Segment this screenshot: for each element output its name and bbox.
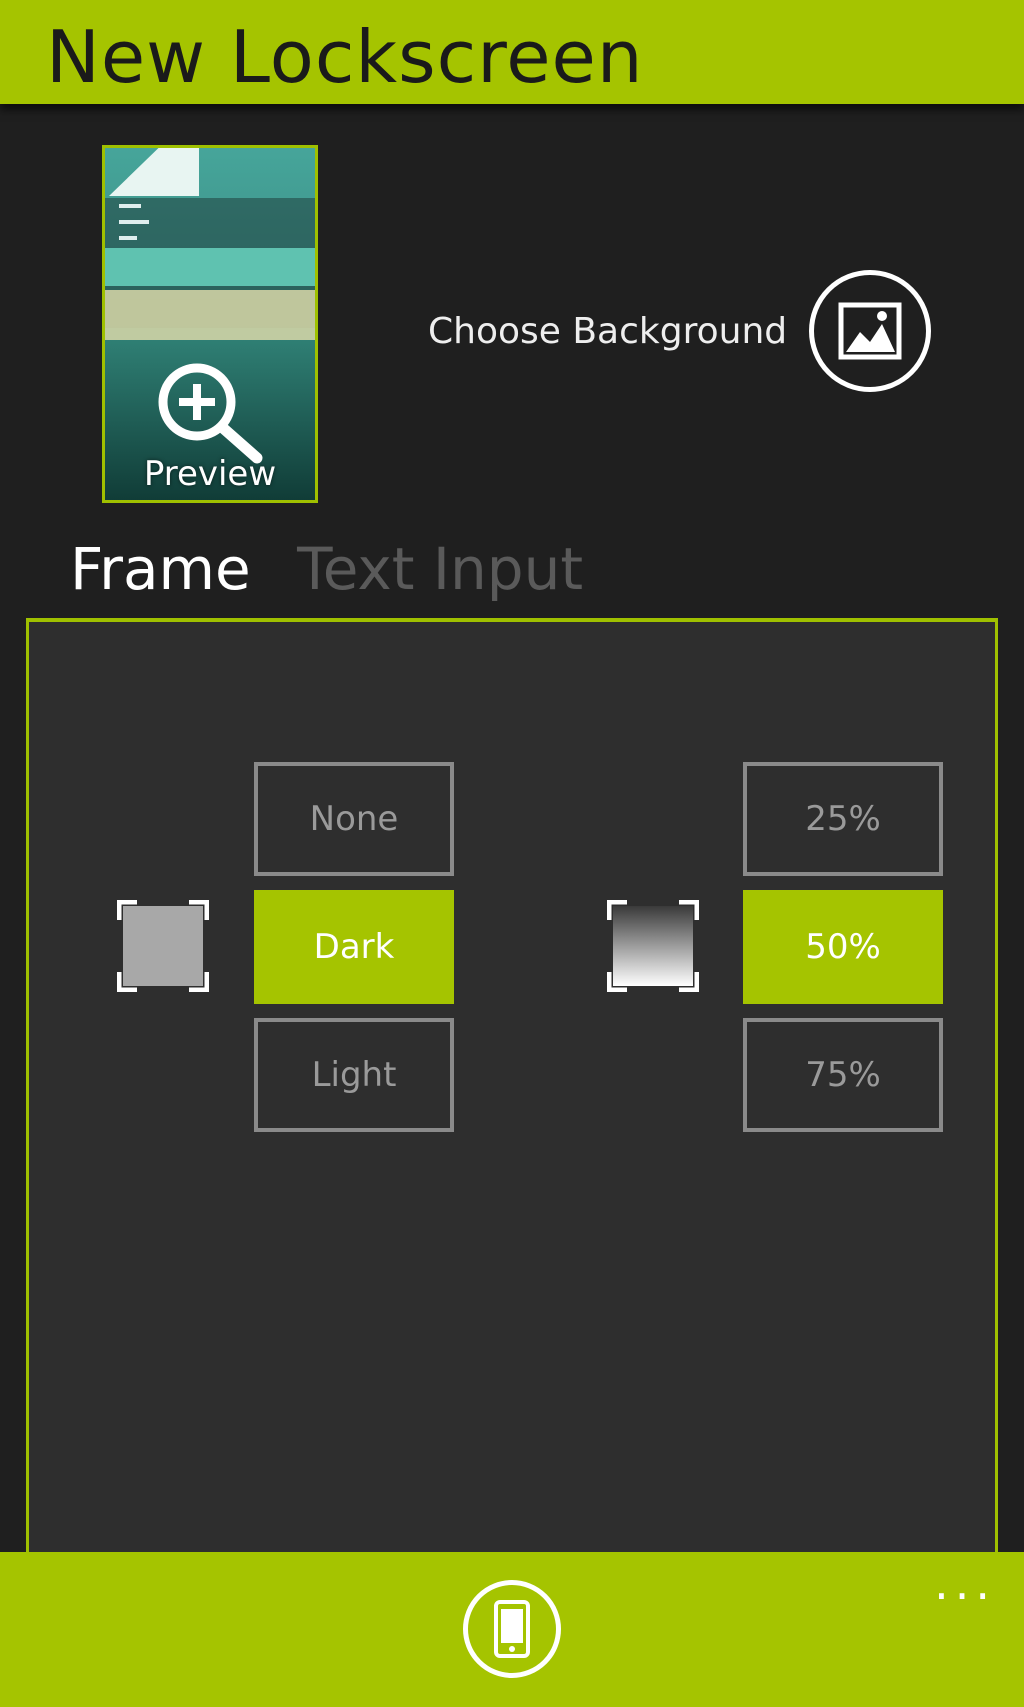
phone-preview-icon	[494, 1600, 530, 1658]
app-bar: ...	[0, 1552, 1024, 1707]
opacity-option-50[interactable]: 50%	[743, 890, 943, 1004]
frame-option-dark[interactable]: Dark	[254, 890, 454, 1004]
more-options-button[interactable]: ...	[934, 1560, 996, 1606]
phone-preview-button[interactable]	[463, 1580, 561, 1678]
preview-text-line	[119, 220, 149, 224]
opacity-option-75[interactable]: 75%	[743, 1018, 943, 1132]
preview-tile-shape	[109, 148, 199, 196]
tab-bar: Frame Text Input	[70, 535, 611, 603]
preview-text-line	[119, 236, 137, 240]
preview-thumbnail[interactable]: Preview	[102, 145, 318, 503]
header: New Lockscreen	[0, 0, 1024, 104]
preview-image-band	[105, 290, 315, 340]
choose-background-label: Choose Background	[428, 310, 788, 352]
preview-image-band	[105, 248, 315, 286]
frame-style-icon	[117, 900, 209, 992]
frame-option-light[interactable]: Light	[254, 1018, 454, 1132]
preview-label: Preview	[143, 454, 277, 494]
tab-frame[interactable]: Frame	[70, 535, 251, 603]
picture-icon	[838, 302, 902, 360]
page-title: New Lockscreen	[46, 15, 644, 99]
opacity-icon	[607, 900, 699, 992]
frame-settings-panel: None Dark Light 25% 50% 75%	[26, 618, 998, 1707]
tab-text-input[interactable]: Text Input	[297, 535, 583, 603]
frame-option-none[interactable]: None	[254, 762, 454, 876]
opacity-option-25[interactable]: 25%	[743, 762, 943, 876]
choose-background-button[interactable]: Choose Background	[428, 270, 932, 392]
zoom-in-icon	[158, 363, 263, 464]
picture-icon-circle	[809, 270, 932, 392]
preview-text-line	[119, 204, 141, 208]
